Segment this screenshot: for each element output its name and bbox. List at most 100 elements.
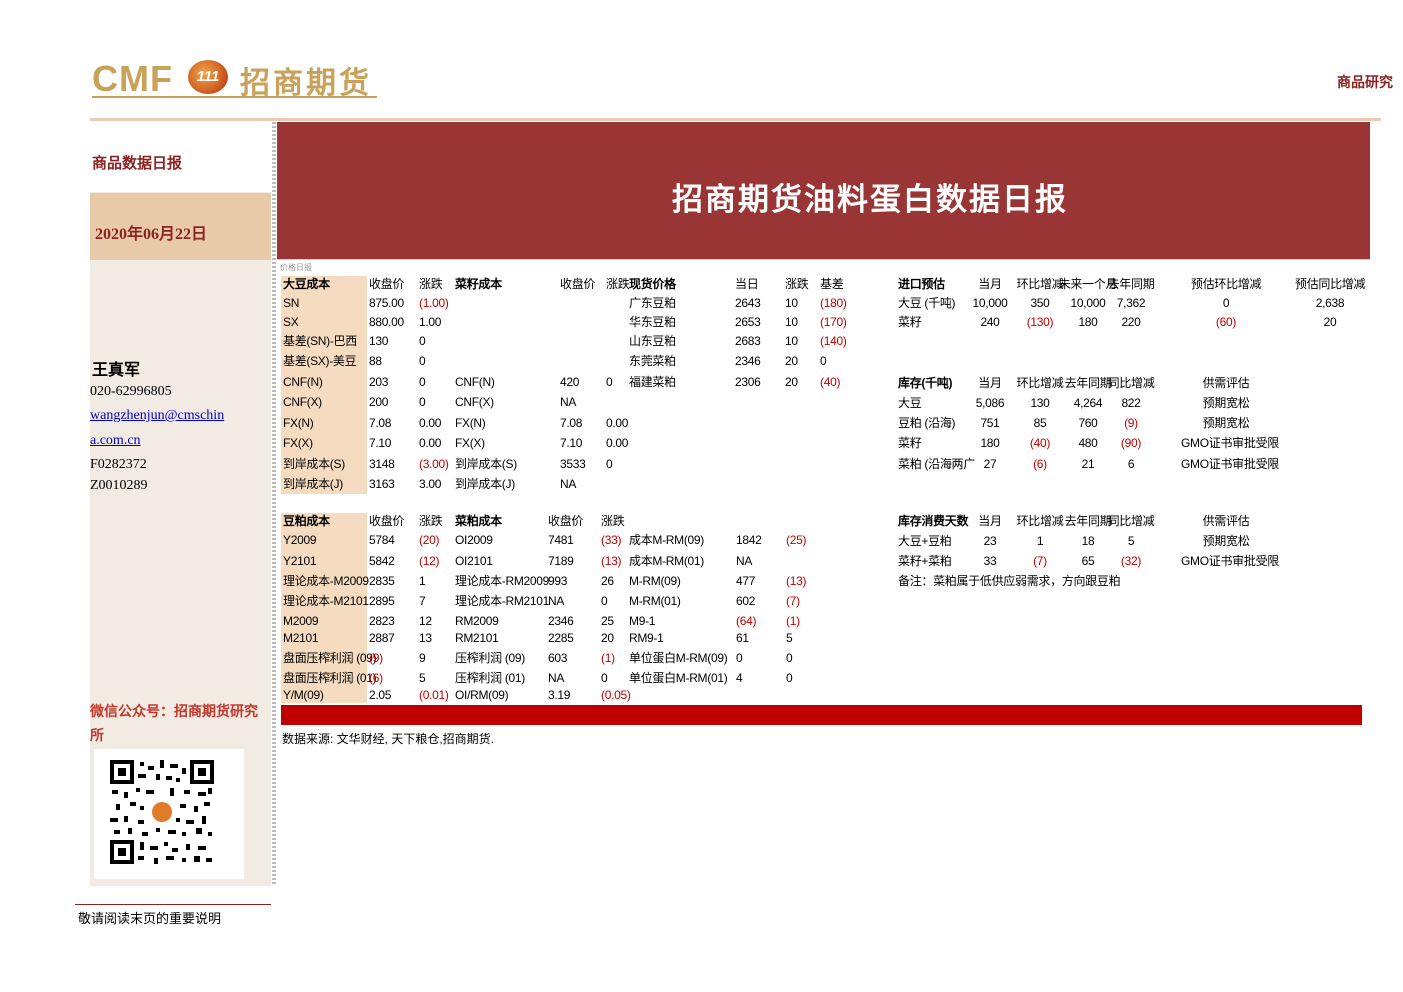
soy_cost-cell: 到岸成本(J) <box>283 477 343 491</box>
spread-cell: 0 <box>786 651 793 665</box>
rapeseed_cost-header: 涨跌 <box>606 277 630 291</box>
meal_cost-header: 收盘价 <box>369 514 405 528</box>
rapemeal_cost-cell: 20 <box>601 631 614 645</box>
rapemeal_cost-cell: 0 <box>601 594 608 608</box>
inventory-cell: 预期宽松 <box>1202 396 1250 410</box>
rapemeal_cost-cell: 993 <box>548 574 568 588</box>
meal_cost-cell: Y2101 <box>283 554 317 568</box>
days-cell: 菜籽+菜粕 <box>898 554 952 568</box>
author-email-link[interactable]: wangzhenjun@cmschin <box>90 408 224 424</box>
qr-code-icon <box>110 760 214 864</box>
days-cell: (32) <box>1120 554 1142 568</box>
soy_cost-cell: 7.10 <box>369 436 392 450</box>
days-cell: 预期宽松 <box>1202 534 1250 548</box>
rapeseed_cost-header: 菜籽成本 <box>455 277 502 291</box>
soy_cost-cell: 7.08 <box>369 416 392 430</box>
rapemeal_cost-header: 收盘价 <box>548 514 584 528</box>
soy_cost-cell: 0 <box>419 354 426 368</box>
meal_cost-cell: 盘面压榨利润 (09) <box>283 651 377 665</box>
soy_cost-cell: (3.00) <box>419 457 449 471</box>
rapemeal_cost-cell: (0.05) <box>601 688 631 702</box>
spot-cell: (40) <box>820 375 841 389</box>
spread-cell: 477 <box>736 574 756 588</box>
days-cell: 5 <box>1127 534 1135 548</box>
rapemeal_cost-cell: 7481 <box>548 533 574 547</box>
spot-cell: (180) <box>820 296 847 310</box>
meal_cost-cell: Y/M(09) <box>283 688 324 702</box>
import-cell: (60) <box>1215 315 1237 329</box>
rapeseed_cost-cell: NA <box>560 395 577 409</box>
author-email-link-cont[interactable]: a.com.cn <box>90 433 141 449</box>
soy_cost-cell: SX <box>283 315 299 329</box>
header-divider <box>90 118 1381 121</box>
soy_cost-cell: (1.00) <box>419 296 449 310</box>
rapemeal_cost-cell: 603 <box>548 651 568 665</box>
soy_cost-header: 涨跌 <box>419 277 443 291</box>
meal_cost-cell: (0.01) <box>419 688 449 702</box>
footer-disclaimer: 敬请阅读末页的重要说明 <box>78 912 222 927</box>
soy_cost-cell: 0 <box>419 375 426 389</box>
spread-cell: (13) <box>786 574 807 588</box>
spread-cell: 0 <box>736 651 743 665</box>
soy_cost-cell: 203 <box>369 375 389 389</box>
import-cell: 20 <box>1323 315 1337 329</box>
rapeseed_cost-header: 收盘价 <box>560 277 596 291</box>
report-date: 2020年06月22日 <box>95 226 208 243</box>
spot-cell: 2683 <box>735 334 761 348</box>
meal_cost-cell: 理论成本-M2009 <box>283 574 369 588</box>
soy_cost-cell: 3163 <box>369 477 395 491</box>
meal_cost-cell: 1 <box>419 574 426 588</box>
spot-cell: 山东豆粕 <box>629 334 676 348</box>
rapemeal_cost-cell: OI2101 <box>455 554 493 568</box>
inventory-header: 供需评估 <box>1202 376 1250 390</box>
inventory-cell: (9) <box>1124 416 1138 430</box>
soy_cost-cell: FX(X) <box>283 436 313 450</box>
meal_cost-cell: 2835 <box>369 574 395 588</box>
logo-cmf-text: CMF <box>92 58 173 99</box>
spread-cell: 0 <box>786 671 793 685</box>
meal_cost-cell: 2895 <box>369 594 395 608</box>
rapemeal_cost-cell: 26 <box>601 574 614 588</box>
soy_cost-header: 大豆成本 <box>283 277 330 291</box>
meal_cost-cell: 5 <box>419 671 426 685</box>
footer-divider <box>75 904 271 905</box>
soy_cost-cell: 0 <box>419 395 426 409</box>
spread-cell: NA <box>736 554 753 568</box>
soy_cost-cell: CNF(X) <box>283 395 322 409</box>
rapeseed_cost-cell: FX(N) <box>455 416 486 430</box>
meal_cost-cell: 2823 <box>369 614 395 628</box>
rapeseed_cost-cell: 7.10 <box>560 436 583 450</box>
rapemeal_cost-header: 涨跌 <box>601 514 625 528</box>
meal_cost-cell: 理论成本-M2101 <box>283 594 369 608</box>
spread-cell: (25) <box>786 533 807 547</box>
rapemeal_cost-cell: RM2009 <box>455 614 499 628</box>
spread-cell: 61 <box>736 631 749 645</box>
soy_cost-cell: FX(N) <box>283 416 314 430</box>
soy_cost-cell: 基差(SX)-美豆 <box>283 354 357 368</box>
rapemeal_cost-cell: OI/RM(09) <box>455 688 509 702</box>
rapeseed_cost-cell: 3533 <box>560 457 586 471</box>
soy_cost-cell: 3.00 <box>419 477 442 491</box>
rapeseed_cost-cell: 420 <box>560 375 580 389</box>
rapemeal_cost-header: 菜粕成本 <box>455 514 502 528</box>
meal_cost-cell: (12) <box>419 554 440 568</box>
spread-cell: 5 <box>786 631 793 645</box>
rapeseed_cost-cell: CNF(N) <box>455 375 495 389</box>
import-cell: 菜籽 <box>898 315 922 329</box>
rapeseed_cost-cell: 0.00 <box>606 436 629 450</box>
table-footer-bar <box>281 705 1362 725</box>
spot-header: 当日 <box>735 277 759 291</box>
logo-underline <box>92 96 377 98</box>
meal_cost-cell: M2009 <box>283 614 319 628</box>
spread-cell: 成本M-RM(01) <box>629 554 704 568</box>
spot-cell: 2643 <box>735 296 761 310</box>
days-note: 备注：菜粕属于低供应弱需求，方向跟豆粕 <box>898 574 1121 588</box>
soy_cost-cell: 0 <box>419 334 426 348</box>
rapemeal_cost-cell: 0 <box>601 671 608 685</box>
rapemeal_cost-cell: (13) <box>601 554 622 568</box>
soy_cost-cell: 1.00 <box>419 315 442 329</box>
rapemeal_cost-cell: (33) <box>601 533 622 547</box>
meal_cost-cell: (20) <box>419 533 440 547</box>
meal_cost-header: 豆粕成本 <box>283 514 330 528</box>
rapeseed_cost-cell: 0.00 <box>606 416 629 430</box>
